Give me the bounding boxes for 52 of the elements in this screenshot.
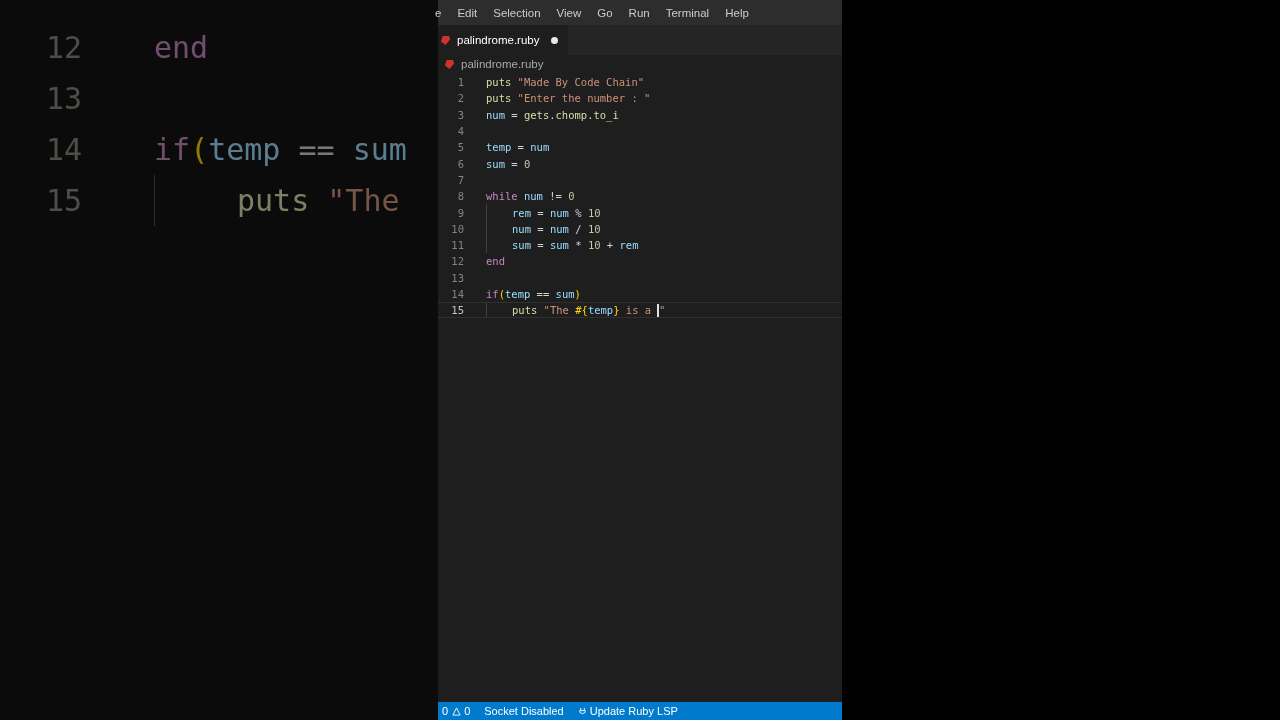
- line-number: 13: [450, 271, 464, 284]
- menu-item[interactable]: Selection: [485, 6, 549, 19]
- code-line: num = num / 10: [512, 222, 601, 235]
- line-number: 3: [456, 108, 464, 121]
- code-line: puts "The #{temp} is a ": [512, 303, 666, 317]
- line-number: 14: [450, 288, 464, 300]
- error-count[interactable]: 0: [442, 702, 449, 720]
- code-line: puts "The: [237, 183, 400, 218]
- code-line: while num != 0: [486, 190, 575, 203]
- socket-status[interactable]: Socket Disabled: [484, 702, 564, 720]
- line-number: 14: [44, 132, 82, 167]
- code-line: sum = 0: [486, 157, 531, 170]
- code-line: num = gets.chomp.to_i: [486, 108, 619, 121]
- editor-tab[interactable]: palindrome.ruby: [438, 25, 569, 55]
- gem-icon: [440, 34, 451, 46]
- line-number: 12: [450, 255, 464, 268]
- line-number: 4: [456, 125, 464, 138]
- gem-icon: [444, 58, 455, 70]
- code-line: puts "Made By Code Chain": [486, 76, 645, 89]
- code-line: end: [486, 255, 505, 268]
- breadcrumb[interactable]: palindrome.ruby: [461, 58, 544, 70]
- menu-item[interactable]: Help: [717, 6, 757, 19]
- line-number: 13: [44, 81, 82, 116]
- menu-item[interactable]: Run: [620, 6, 658, 19]
- menu-item[interactable]: View: [548, 6, 590, 19]
- code-line: puts "Enter the number : ": [486, 92, 651, 105]
- code-line: end: [154, 30, 209, 65]
- line-number: 2: [456, 92, 464, 105]
- code-line: rem = num % 10: [512, 206, 601, 219]
- line-number: 11: [450, 239, 464, 252]
- line-number: 12: [44, 30, 82, 65]
- line-number: 8: [456, 190, 464, 203]
- plug-icon: [577, 706, 587, 716]
- code-line: if(temp == sum): [486, 288, 581, 300]
- menu-item[interactable]: e: [435, 6, 450, 19]
- line-number: 10: [450, 222, 464, 235]
- line-number: 15: [44, 183, 82, 218]
- menu-item[interactable]: Edit: [449, 6, 486, 19]
- menu-item[interactable]: Go: [589, 6, 621, 19]
- warning-count[interactable]: 0: [464, 702, 471, 720]
- line-number: 1: [456, 76, 464, 89]
- line-number: 9: [456, 206, 464, 219]
- line-number: 6: [456, 157, 464, 170]
- code-line: temp = num: [486, 141, 550, 154]
- line-number: 15: [450, 304, 464, 317]
- line-number: 7: [456, 173, 464, 186]
- lsp-status[interactable]: Update Ruby LSP: [589, 702, 678, 720]
- code-line: if(temp == sum: [154, 132, 407, 167]
- line-number: 5: [456, 141, 464, 154]
- code-line: sum = sum * 10 + rem: [512, 239, 639, 252]
- warning-icon: [452, 706, 462, 716]
- menu-item[interactable]: Terminal: [657, 6, 718, 19]
